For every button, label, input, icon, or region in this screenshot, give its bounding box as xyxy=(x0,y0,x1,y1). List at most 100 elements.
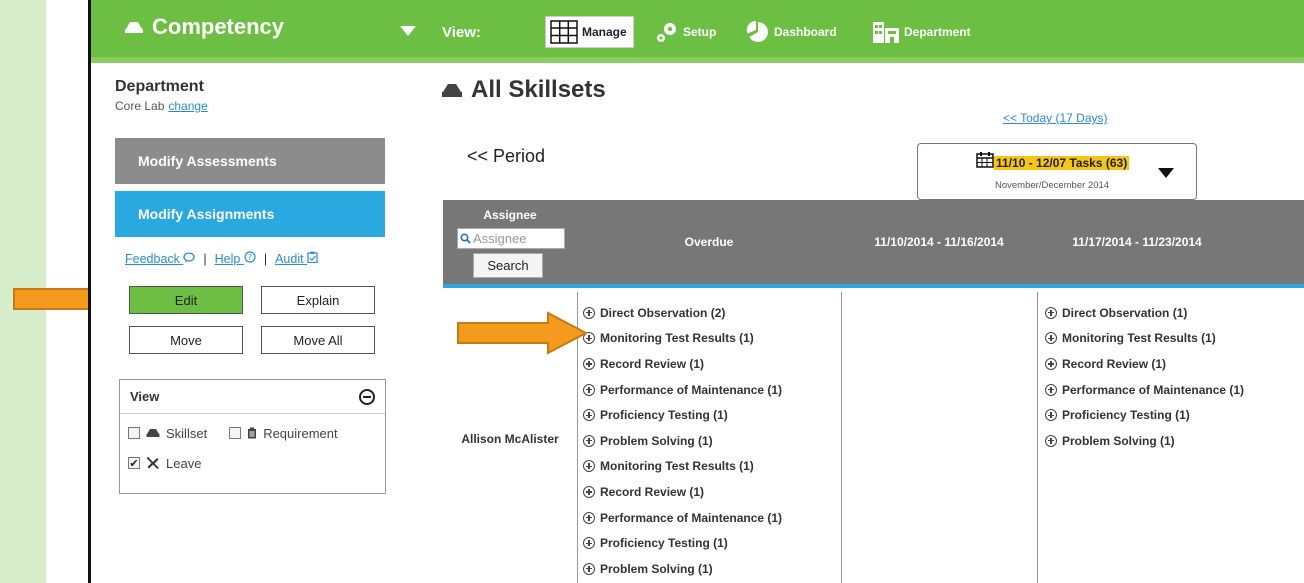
assignee-column-header: Assignee xyxy=(483,208,537,222)
task-item[interactable]: Proficiency Testing (1) xyxy=(583,402,782,428)
expand-plus-icon[interactable] xyxy=(583,537,595,550)
expand-plus-icon[interactable] xyxy=(583,460,595,473)
nav-dashboard-label: Dashboard xyxy=(774,25,837,39)
view-label: View: xyxy=(442,24,481,41)
requirement-option-label: Requirement xyxy=(263,425,338,441)
task-label: Proficiency Testing (1) xyxy=(600,408,728,423)
page-title: All Skillsets xyxy=(441,76,606,104)
nav-department-label: Department xyxy=(904,25,971,39)
task-item[interactable]: Direct Observation (1) xyxy=(1045,300,1244,326)
expand-plus-icon[interactable] xyxy=(583,409,595,422)
edit-button[interactable]: Edit xyxy=(129,286,243,314)
task-label: Monitoring Test Results (1) xyxy=(600,459,754,474)
expand-plus-icon[interactable] xyxy=(583,511,595,524)
expand-plus-icon[interactable] xyxy=(583,434,595,447)
column-header-week2: 11/17/2014 - 11/23/2014 xyxy=(1072,235,1202,249)
sidebar: Department Core Lab change Modify Assessm… xyxy=(115,78,386,494)
column-header-overdue: Overdue xyxy=(684,235,734,249)
task-label: Performance of Maintenance (1) xyxy=(1062,382,1245,397)
view-options-row: ✔ Leave xyxy=(120,448,385,478)
assignee-name[interactable]: Allison McAlister xyxy=(443,432,577,446)
expand-plus-icon[interactable] xyxy=(583,485,595,498)
explain-button[interactable]: Explain xyxy=(261,286,375,314)
task-label: Problem Solving (1) xyxy=(600,561,713,576)
overdue-task-list: Direct Observation (2) Monitoring Test Re… xyxy=(583,300,782,582)
expand-plus-icon[interactable] xyxy=(583,357,595,370)
clipboard-icon xyxy=(248,427,257,439)
nav-manage-label: Manage xyxy=(582,25,627,39)
search-button[interactable]: Search xyxy=(473,253,543,278)
period-selector[interactable]: 11/10 - 12/07 Tasks (63) November/Decemb… xyxy=(917,143,1197,200)
move-button[interactable]: Move xyxy=(129,326,243,354)
task-item[interactable]: Monitoring Test Results (1) xyxy=(583,326,782,352)
leave-checkbox[interactable]: ✔ xyxy=(128,457,140,470)
assignee-search-input[interactable]: Assignee xyxy=(457,228,565,249)
period-range: 11/10 - 12/07 Tasks (63) xyxy=(994,156,1130,170)
view-panel-title: View xyxy=(130,389,160,404)
expand-plus-icon[interactable] xyxy=(1045,434,1057,447)
expand-plus-icon[interactable] xyxy=(1045,332,1057,345)
collapse-minus-icon[interactable] xyxy=(359,388,375,405)
requirement-checkbox[interactable] xyxy=(229,427,242,439)
today-link[interactable]: << Today (17 Days) xyxy=(1003,111,1108,125)
task-item[interactable]: Problem Solving (1) xyxy=(1045,428,1244,454)
nav-dashboard[interactable]: Dashboard xyxy=(746,16,837,48)
link-separator: | xyxy=(203,251,207,266)
task-item[interactable]: Record Review (1) xyxy=(583,351,782,377)
skillset-icon xyxy=(442,84,462,97)
column-divider xyxy=(1037,292,1038,583)
task-item[interactable]: Record Review (1) xyxy=(583,479,782,505)
previous-period-link[interactable]: << Period xyxy=(467,146,545,167)
department-name: Core Lab xyxy=(115,99,165,113)
chevron-down-icon[interactable] xyxy=(1158,168,1174,178)
task-label: Performance of Maintenance (1) xyxy=(600,510,783,525)
department-subtitle: Core Lab change xyxy=(115,99,385,113)
nav-department[interactable]: Department xyxy=(872,16,971,48)
task-item[interactable]: Proficiency Testing (1) xyxy=(583,530,782,556)
callout-arrow-monitoring xyxy=(457,311,589,355)
task-item[interactable]: Direct Observation (2) xyxy=(583,300,782,326)
brand[interactable]: Competency xyxy=(124,14,284,40)
brand-title: Competency xyxy=(152,14,285,39)
view-panel-header: View xyxy=(120,380,385,414)
chevron-down-icon[interactable] xyxy=(400,26,416,36)
task-item[interactable]: Proficiency Testing (1) xyxy=(1045,402,1244,428)
pie-chart-icon xyxy=(746,20,768,42)
nav-manage[interactable]: Manage xyxy=(545,16,634,48)
clipboard-check-icon xyxy=(307,251,318,264)
nav-setup-label: Setup xyxy=(683,25,717,39)
move-all-button[interactable]: Move All xyxy=(261,326,375,354)
modify-assignments-button[interactable]: Modify Assignments xyxy=(115,191,385,237)
expand-plus-icon[interactable] xyxy=(1045,383,1057,396)
change-department-link[interactable]: change xyxy=(168,99,207,113)
task-item[interactable]: Monitoring Test Results (1) xyxy=(1045,326,1244,352)
skillset-icon xyxy=(125,22,143,33)
view-options-row: Skillset Requirement xyxy=(120,418,385,448)
help-link[interactable]: Help ? xyxy=(215,251,256,266)
task-item[interactable]: Performance of Maintenance (1) xyxy=(1045,377,1244,403)
expand-plus-icon[interactable] xyxy=(583,383,595,396)
expand-plus-icon[interactable] xyxy=(1045,357,1057,370)
help-circle-icon: ? xyxy=(244,251,256,263)
task-item[interactable]: Performance of Maintenance (1) xyxy=(583,377,782,403)
grid-icon xyxy=(550,20,578,44)
task-label: Monitoring Test Results (1) xyxy=(1062,331,1216,346)
task-label: Record Review (1) xyxy=(1062,356,1167,371)
expand-plus-icon[interactable] xyxy=(583,562,595,575)
task-item[interactable]: Monitoring Test Results (1) xyxy=(583,454,782,480)
expand-plus-icon[interactable] xyxy=(1045,409,1057,422)
leave-option-label: Leave xyxy=(166,455,202,471)
link-separator: | xyxy=(263,251,268,266)
skillset-checkbox[interactable] xyxy=(128,427,140,439)
task-item[interactable]: Problem Solving (1) xyxy=(583,428,782,454)
expand-plus-icon[interactable] xyxy=(1045,306,1057,319)
task-item[interactable]: Problem Solving (1) xyxy=(583,556,782,582)
modify-assessments-button[interactable]: Modify Assessments xyxy=(115,138,385,184)
nav-setup[interactable]: Setup xyxy=(655,16,716,48)
period-subtitle: November/December 2014 xyxy=(995,180,1110,191)
feedback-link[interactable]: Feedback xyxy=(125,252,196,266)
view-options-panel: View Skillset Requirement ✔ Leave xyxy=(119,379,386,494)
task-item[interactable]: Record Review (1) xyxy=(1045,351,1244,377)
audit-link[interactable]: Audit xyxy=(275,251,318,266)
task-item[interactable]: Performance of Maintenance (1) xyxy=(583,505,782,531)
